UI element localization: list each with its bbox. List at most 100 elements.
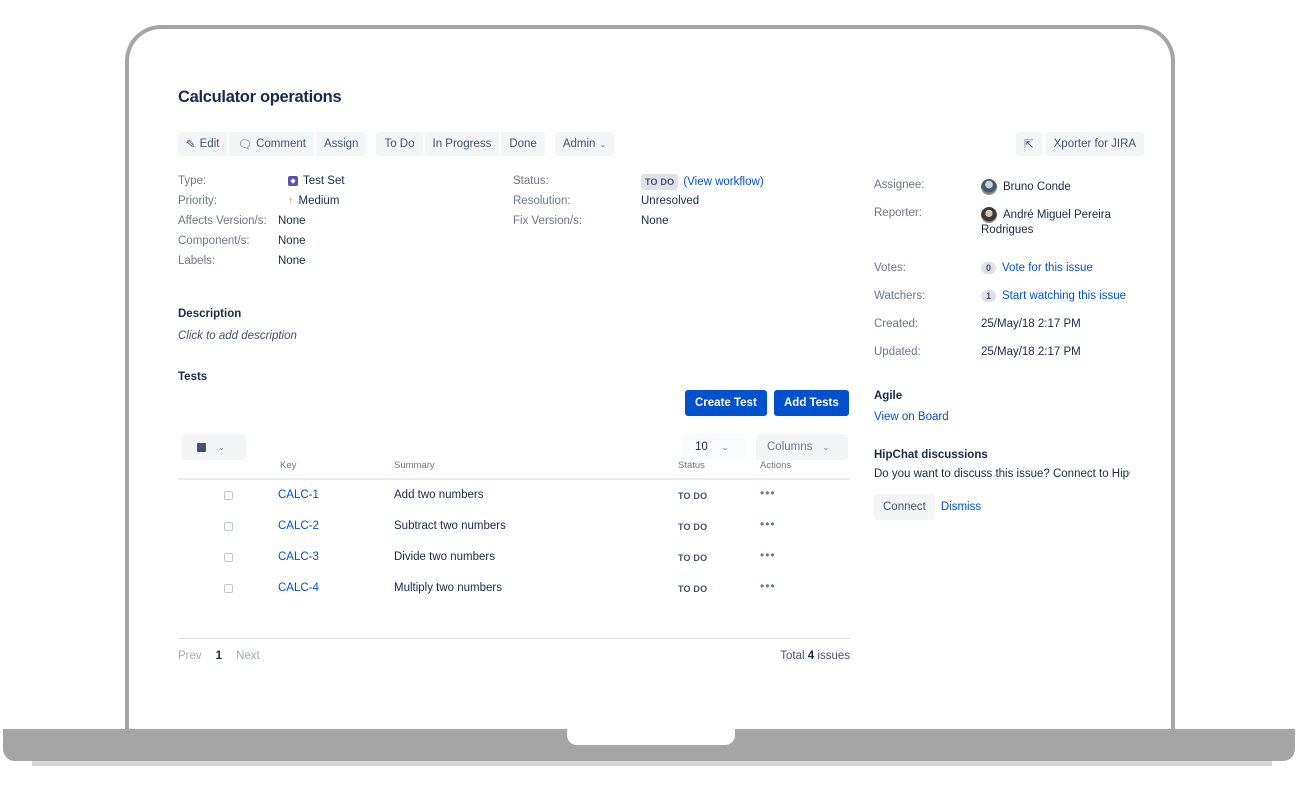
done-label: Done: [509, 138, 537, 150]
component-value: None: [278, 235, 306, 247]
right-toolbar: ⇱ Xporter for JIRA: [1016, 132, 1145, 156]
component-label: Component/s:: [178, 235, 250, 247]
view-workflow-link[interactable]: (View workflow): [683, 175, 763, 189]
view-mode-dropdown[interactable]: ⌄: [182, 434, 246, 460]
more-actions-icon[interactable]: •••: [760, 486, 776, 500]
status-value: TO DO (View workflow): [641, 174, 764, 190]
type-label: Type:: [178, 175, 207, 187]
reporter-label: Reporter:: [874, 207, 922, 219]
current-page[interactable]: 1: [216, 650, 222, 662]
assignee-label: Assignee:: [874, 179, 925, 191]
hipchat-heading: HipChat discussions: [874, 449, 988, 461]
comment-icon: 🗨: [237, 139, 253, 151]
share-button[interactable]: ⇱: [1016, 132, 1042, 156]
row-summary: Subtract two numbers: [394, 520, 506, 532]
row-status: TO DO: [678, 553, 708, 563]
votes-count: 0: [981, 262, 997, 274]
watchers-value: 1 Start watching this issue: [981, 290, 1131, 302]
created-value: 25/May/18 2:17 PM: [981, 318, 1081, 330]
done-button[interactable]: Done: [501, 132, 545, 156]
page-size-value: 10: [695, 441, 708, 453]
col-summary[interactable]: Summary: [394, 460, 435, 471]
affects-value: None: [278, 215, 306, 227]
assignee-avatar: [981, 179, 997, 195]
row-checkbox[interactable]: [224, 522, 233, 531]
status-lozenge: TO DO: [641, 174, 679, 190]
comment-button[interactable]: 🗨 Comment: [229, 132, 314, 156]
row-key[interactable]: CALC-2: [278, 520, 319, 532]
type-value: Test Set: [288, 174, 345, 188]
col-actions: Actions: [760, 460, 792, 471]
watch-link[interactable]: Start watching this issue: [1002, 290, 1126, 302]
create-test-button[interactable]: Create Test: [685, 390, 767, 416]
description-placeholder[interactable]: Click to add description: [178, 330, 297, 342]
votes-label: Votes:: [874, 262, 906, 274]
issue-title: Calculator operations: [178, 88, 342, 106]
admin-label: Admin: [562, 138, 596, 150]
hipchat-text: Do you want to discuss this issue? Conne…: [874, 468, 1130, 480]
todo-button[interactable]: To Do: [376, 132, 423, 156]
row-status: TO DO: [678, 522, 708, 532]
edit-label: Edit: [199, 138, 220, 150]
prev-page[interactable]: Prev: [178, 650, 202, 662]
tests-heading: Tests: [178, 371, 208, 383]
priority-label: Priority:: [178, 195, 217, 207]
xporter-label: Xporter for JIRA: [1053, 138, 1137, 150]
page-size-select[interactable]: 10 ⌄: [683, 434, 745, 460]
row-summary: Divide two numbers: [394, 551, 495, 563]
resolution-value: Unresolved: [641, 195, 700, 207]
chevron-down-icon: ⌄: [218, 442, 225, 452]
columns-dropdown[interactable]: Columns ⌄: [756, 434, 848, 460]
col-key[interactable]: Key: [280, 460, 296, 471]
updated-label: Updated:: [874, 346, 921, 358]
table-body: CALC-1 Add two numbers TO DO ••• CALC-2 Subtr…: [178, 480, 850, 604]
connect-button[interactable]: Connect: [874, 494, 935, 520]
fix-version-label: Fix Version/s:: [513, 215, 583, 227]
more-actions-icon[interactable]: •••: [760, 579, 776, 593]
table-header: Key Summary Status Actions: [178, 458, 850, 480]
labels-label: Labels:: [178, 255, 216, 267]
agile-heading: Agile: [874, 390, 903, 402]
vote-link[interactable]: Vote for this issue: [1002, 262, 1093, 274]
reporter-value[interactable]: André Miguel Pereira: [981, 207, 1111, 223]
edit-button[interactable]: ✎ Edit: [178, 132, 228, 156]
status-label: Status:: [513, 175, 549, 187]
next-page[interactable]: Next: [236, 650, 260, 662]
row-checkbox[interactable]: [224, 491, 233, 500]
col-status[interactable]: Status: [678, 460, 705, 471]
chevron-down-icon: ⌄: [599, 139, 607, 149]
row-key[interactable]: CALC-3: [278, 551, 319, 563]
row-key[interactable]: CALC-1: [278, 489, 319, 501]
row-checkbox[interactable]: [224, 553, 233, 562]
row-summary: Multiply two numbers: [394, 582, 503, 594]
add-tests-button[interactable]: Add Tests: [774, 390, 849, 416]
xporter-button[interactable]: Xporter for JIRA: [1045, 132, 1145, 156]
workflow-group: To Do In Progress Done: [376, 132, 545, 156]
assign-label: Assign: [323, 138, 359, 150]
issue-toolbar: ✎ Edit 🗨 Comment Assign To Do In Progres…: [178, 132, 615, 156]
created-label: Created:: [874, 318, 919, 330]
affects-label: Affects Version/s:: [178, 215, 267, 227]
assign-button[interactable]: Assign: [315, 132, 367, 156]
more-actions-icon[interactable]: •••: [760, 548, 776, 562]
table-row: CALC-3 Divide two numbers TO DO •••: [178, 542, 850, 573]
in-progress-label: In Progress: [432, 138, 492, 150]
table-row: CALC-1 Add two numbers TO DO •••: [178, 480, 850, 511]
row-key[interactable]: CALC-4: [278, 582, 319, 594]
laptop-shadow: [32, 761, 1272, 766]
in-progress-button[interactable]: In Progress: [424, 132, 500, 156]
resolution-label: Resolution:: [513, 195, 571, 207]
assignee-value[interactable]: Bruno Conde: [981, 179, 1071, 195]
row-summary: Add two numbers: [394, 489, 484, 501]
more-actions-icon[interactable]: •••: [760, 517, 776, 531]
labels-value: None: [278, 255, 306, 267]
view-on-board-link[interactable]: View on Board: [874, 411, 949, 423]
admin-dropdown[interactable]: Admin ⌄: [554, 132, 615, 156]
table-divider: [178, 638, 850, 639]
reporter-avatar: [981, 207, 997, 223]
edit-group: ✎ Edit 🗨 Comment Assign: [178, 132, 367, 156]
row-checkbox[interactable]: [224, 584, 233, 593]
description-heading: Description: [178, 308, 242, 320]
row-status: TO DO: [678, 491, 708, 501]
dismiss-link[interactable]: Dismiss: [941, 501, 981, 513]
